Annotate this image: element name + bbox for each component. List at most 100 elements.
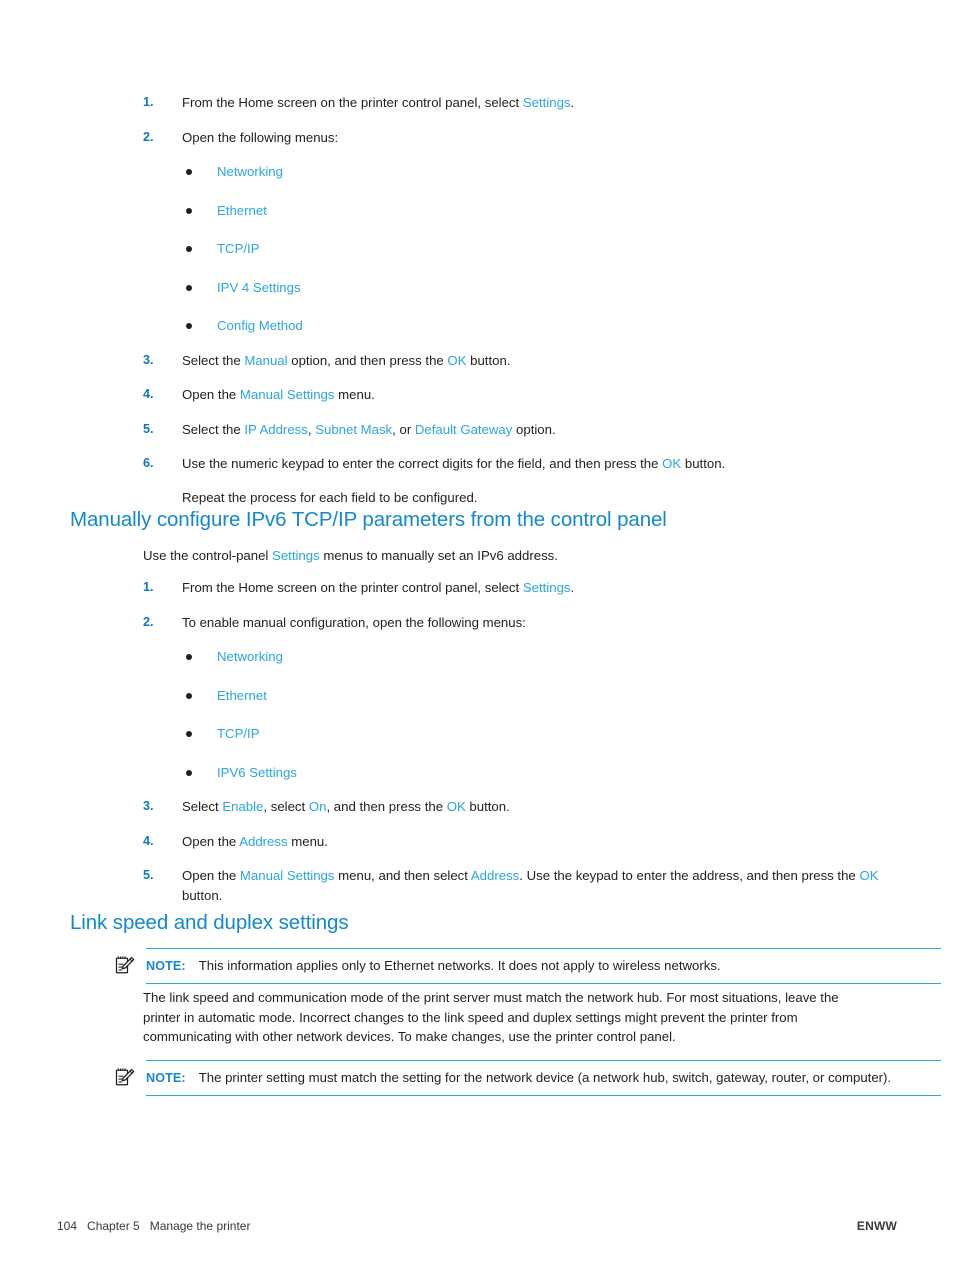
menu-item-link[interactable]: IPV6 Settings xyxy=(217,765,297,780)
ipv6-step5-link[interactable]: Address xyxy=(471,868,519,883)
ipv6-step3-run: Select xyxy=(182,799,223,814)
ipv6-step5-run: Open the xyxy=(182,868,240,883)
note-text: The printer setting must match the setti… xyxy=(198,1070,892,1085)
ipv6-step5-run: . Use the keypad to enter the address, a… xyxy=(519,868,860,883)
bullet-dot-icon xyxy=(186,654,192,660)
ipv4-step1-run: . xyxy=(570,95,575,110)
step-number: 1. xyxy=(143,580,154,594)
ipv4-step1-run: From the Home screen on the printer cont… xyxy=(182,95,523,110)
ipv4-step5-link[interactable]: Subnet Mask xyxy=(315,422,392,437)
ipv6-step5-link[interactable]: OK xyxy=(859,868,878,883)
menu-bullet-item: Ethernet xyxy=(182,201,891,221)
menu-bullet-item: IPV 4 Settings xyxy=(182,278,891,298)
ipv6-intro-paragraph: Use the control-panel Settings menus to … xyxy=(143,546,903,566)
menu-item-link[interactable]: Ethernet xyxy=(217,203,267,218)
bullet-dot-icon xyxy=(186,169,192,175)
note-box-2: NOTE: The printer setting must match the … xyxy=(115,1060,941,1096)
step-item: 1. From the Home screen on the printer co… xyxy=(131,93,891,113)
step-item: 6. Use the numeric keypad to enter the co… xyxy=(131,454,891,507)
note-pad-pencil-icon xyxy=(115,1067,135,1087)
ipv4-step5-run: , or xyxy=(392,421,415,437)
ipv4-step6-link[interactable]: OK xyxy=(662,456,681,471)
ipv4-step6-run: Use the numeric keypad to enter the corr… xyxy=(182,456,663,471)
ipv4-step-list: 1. From the Home screen on the printer co… xyxy=(131,93,891,507)
step-text: From the Home screen on the printer cont… xyxy=(182,93,891,113)
step-number: 4. xyxy=(143,833,154,848)
step-text: Select the Manual option, and then press… xyxy=(182,351,891,371)
note-box-1: NOTE: This information applies only to Et… xyxy=(115,948,941,984)
step-text: Select the IP Address, Subnet Mask, or D… xyxy=(182,420,891,440)
ipv6-intro-run: Use the control-panel xyxy=(143,548,273,563)
ipv6-step5-run: button. xyxy=(182,887,223,903)
menu-bullet-item: IPV6 Settings xyxy=(182,763,891,783)
menu-bullet-item: Networking xyxy=(182,647,891,667)
ipv4-step3-link[interactable]: Manual xyxy=(244,353,287,368)
menu-item-link[interactable]: Networking xyxy=(217,649,283,664)
step-number: 2. xyxy=(143,614,154,629)
menu-item-link[interactable]: TCP/IP xyxy=(217,726,260,741)
step-item: 4. Open the Address menu. xyxy=(131,832,891,852)
ipv6-step3-run: , and then press the xyxy=(326,799,447,814)
menu-bullet-item: TCP/IP xyxy=(182,239,891,259)
step-item: 1. From the Home screen on the printer co… xyxy=(131,578,891,598)
menu-bullet-list: Networking Ethernet TCP/IP IPV6 Settings xyxy=(182,647,891,782)
link-speed-paragraph: The link speed and communication mode of… xyxy=(143,990,839,1044)
ipv4-step4-run: menu. xyxy=(334,387,375,402)
bullet-dot-icon xyxy=(186,246,192,252)
ipv4-step3-link[interactable]: OK xyxy=(447,353,466,368)
ipv4-step3-run: option, and then press the xyxy=(287,352,448,368)
ipv6-intro-link[interactable]: Settings xyxy=(272,548,320,563)
menu-item-link[interactable]: IPV 4 Settings xyxy=(217,280,301,295)
ipv6-heading-wrap: Manually configure IPv6 TCP/IP parameter… xyxy=(70,507,890,533)
ipv6-step2-run: To enable manual configuration, open the… xyxy=(182,614,526,630)
step-item: 2. Open the following menus: Networking Eth… xyxy=(131,128,891,336)
menu-item-link[interactable]: TCP/IP xyxy=(217,241,260,256)
ipv4-step5-link[interactable]: IP Address xyxy=(244,422,308,437)
menu-item-link[interactable]: Config Method xyxy=(217,318,303,333)
step-number: 5. xyxy=(143,868,154,882)
ipv6-step4-run: Open the xyxy=(182,833,240,849)
bullet-dot-icon xyxy=(186,323,192,329)
menu-bullet-item: Config Method xyxy=(182,316,891,336)
bullet-dot-icon xyxy=(186,284,192,291)
step-text: Open the Address menu. xyxy=(182,832,891,852)
menu-item-link[interactable]: Networking xyxy=(217,164,283,179)
step-item: 4. Open the Manual Settings menu. xyxy=(131,385,891,405)
bullet-dot-icon xyxy=(186,692,192,699)
ipv4-step5-link[interactable]: Default Gateway xyxy=(415,422,513,437)
step-number: 6. xyxy=(143,456,154,470)
step-text: Use the numeric keypad to enter the corr… xyxy=(182,454,891,474)
section-heading-ipv6: Manually configure IPv6 TCP/IP parameter… xyxy=(70,508,667,531)
step-text: From the Home screen on the printer cont… xyxy=(182,578,891,598)
menu-item-link[interactable]: Ethernet xyxy=(217,688,267,703)
menu-bullet-item: Networking xyxy=(182,162,891,182)
ipv6-step5-link[interactable]: Manual Settings xyxy=(240,868,335,883)
ipv6-step4-link[interactable]: Address xyxy=(239,834,287,849)
step-item: 5. Open the Manual Settings menu, and the… xyxy=(131,866,891,905)
step-number: 4. xyxy=(143,387,154,401)
ipv4-step3-run: button. xyxy=(466,352,511,368)
menu-bullet-item: TCP/IP xyxy=(182,724,891,744)
ipv4-step6-run: button. xyxy=(681,456,726,471)
ipv6-step3-run: button. xyxy=(465,799,510,814)
ipv4-step4-link[interactable]: Manual Settings xyxy=(240,387,335,402)
ipv6-step1-run: . xyxy=(570,580,575,595)
ipv6-step1-run: From the Home screen on the printer cont… xyxy=(182,580,523,595)
step-number: 2. xyxy=(143,129,154,144)
footer-chapter-label: 104 Chapter 5 Manage the printer xyxy=(57,1219,251,1233)
ipv6-step1-link[interactable]: Settings xyxy=(523,580,571,595)
menu-bullet-list: Networking Ethernet TCP/IP IPV 4 Settings Co… xyxy=(182,162,891,336)
ipv6-step5-run: menu, and then select xyxy=(334,868,471,883)
ipv4-step1-link[interactable]: Settings xyxy=(523,95,571,110)
step-text: Select Enable, select On, and then press… xyxy=(182,797,891,817)
step-item: 3. Select the Manual option, and then pre… xyxy=(131,351,891,371)
ipv6-step3-run: , select xyxy=(263,799,309,814)
ipv6-step3-link[interactable]: Enable xyxy=(222,799,263,814)
step-number: 1. xyxy=(143,95,154,109)
ipv6-step3-link[interactable]: On xyxy=(309,799,327,814)
ipv4-step5-run: Select the xyxy=(182,421,245,437)
ipv6-step3-link[interactable]: OK xyxy=(447,799,466,814)
step-text: Open the Manual Settings menu, and then … xyxy=(182,866,891,905)
step-text: Open the Manual Settings menu. xyxy=(182,385,891,405)
step-number: 3. xyxy=(143,799,154,813)
